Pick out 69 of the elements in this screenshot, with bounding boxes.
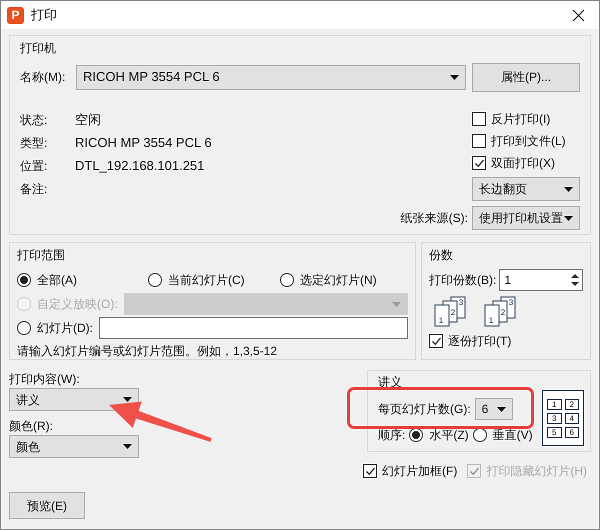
caret-icon — [123, 444, 132, 449]
printer-dropdown[interactable]: RICOH MP 3554 PCL 6 — [76, 64, 466, 90]
field-label: 每页幻灯片数(G): — [378, 401, 471, 418]
radio-button[interactable] — [17, 273, 31, 287]
field-label: 顺序: — [378, 427, 406, 444]
checkbox[interactable] — [472, 134, 486, 148]
field-label: 颜色(R): — [9, 418, 54, 435]
checkbox-label: 幻灯片加框(F) — [382, 463, 458, 480]
radio-button[interactable] — [148, 273, 162, 287]
radio-button[interactable] — [280, 273, 294, 287]
info-label: 备注: — [20, 180, 48, 198]
checkbox[interactable] — [429, 334, 443, 348]
group-title: 份数 — [429, 247, 454, 264]
slide-thumbnail: 4 — [564, 412, 579, 424]
field-label: 纸张来源(S): — [400, 210, 468, 227]
caret-icon — [392, 302, 401, 306]
radio-label: 自定义放映(O): — [37, 296, 118, 313]
color-dropdown[interactable]: 颜色 — [9, 435, 139, 458]
slide-thumbnail: 3 — [547, 412, 562, 424]
group-title: 讲义 — [378, 374, 403, 391]
checkbox-label: 双面打印(X) — [491, 155, 555, 172]
slide-thumbnail: 2 — [564, 398, 579, 410]
group-title: 打印范围 — [17, 247, 66, 264]
caret-icon — [450, 74, 459, 80]
hint-text: 请输入幻灯片编号或幻灯片范围。例如，1,3,5-12 — [17, 343, 278, 360]
radio-button[interactable] — [409, 428, 424, 442]
info-value: DTL_192.168.101.251 — [75, 156, 204, 175]
info-label: 类型: — [20, 134, 48, 152]
checkbox[interactable] — [472, 156, 486, 170]
caret-icon — [564, 216, 573, 220]
radio-button[interactable] — [17, 321, 31, 335]
group-title: 打印机 — [20, 40, 57, 57]
caret-icon — [496, 406, 506, 412]
radio-button[interactable] — [472, 428, 487, 442]
radio-label: 垂直(V) — [492, 427, 533, 444]
checkbox[interactable] — [363, 464, 377, 478]
info-value: 空闲 — [75, 110, 101, 129]
radio-label: 当前幻灯片(C) — [168, 272, 245, 289]
slide-thumbnail: 1 — [547, 398, 562, 410]
checkbox-label: 打印隐藏幻灯片(H) — [486, 463, 587, 480]
checkbox-label: 打印到文件(L) — [491, 133, 566, 150]
duplex-dropdown[interactable]: 长边翻页 — [472, 177, 580, 201]
copies-spinbox[interactable]: 1 — [499, 269, 583, 291]
properties-button[interactable]: 属性(P)... — [472, 62, 580, 92]
content-dropdown[interactable]: 讲义 — [9, 388, 139, 411]
radio-label: 选定幻灯片(N) — [300, 272, 377, 289]
caret-icon — [564, 186, 573, 192]
paper-source-dropdown[interactable]: 使用打印机设置 — [472, 206, 580, 230]
field-label: 名称(M): — [20, 69, 66, 86]
window-title: 打印 — [31, 6, 57, 24]
per-page-dropdown[interactable]: 6 — [474, 398, 513, 420]
radio-label: 幻灯片(D): — [37, 320, 93, 337]
slide-thumbnail: 5 — [547, 426, 562, 438]
app-icon: P — [7, 6, 24, 24]
slide-thumbnail: 6 — [564, 426, 579, 438]
checkbox-label: 逐份打印(T) — [448, 333, 512, 350]
preview-button[interactable]: 预览(E) — [9, 492, 85, 519]
radio-label: 全部(A) — [37, 272, 77, 289]
info-label: 状态: — [20, 112, 48, 128]
spinner-arrows-icon[interactable] — [570, 271, 580, 289]
checkbox[interactable] — [472, 112, 486, 126]
radio-label: 水平(Z) — [429, 427, 469, 444]
info-label: 位置: — [20, 158, 48, 174]
checkbox-label: 反片打印(I) — [491, 111, 550, 128]
field-label: 打印份数(B): — [429, 272, 496, 289]
field-label: 打印内容(W): — [9, 371, 81, 388]
close-icon[interactable] — [572, 8, 585, 22]
info-value: RICOH MP 3554 PCL 6 — [75, 134, 212, 152]
slide-range-field[interactable] — [99, 317, 408, 339]
